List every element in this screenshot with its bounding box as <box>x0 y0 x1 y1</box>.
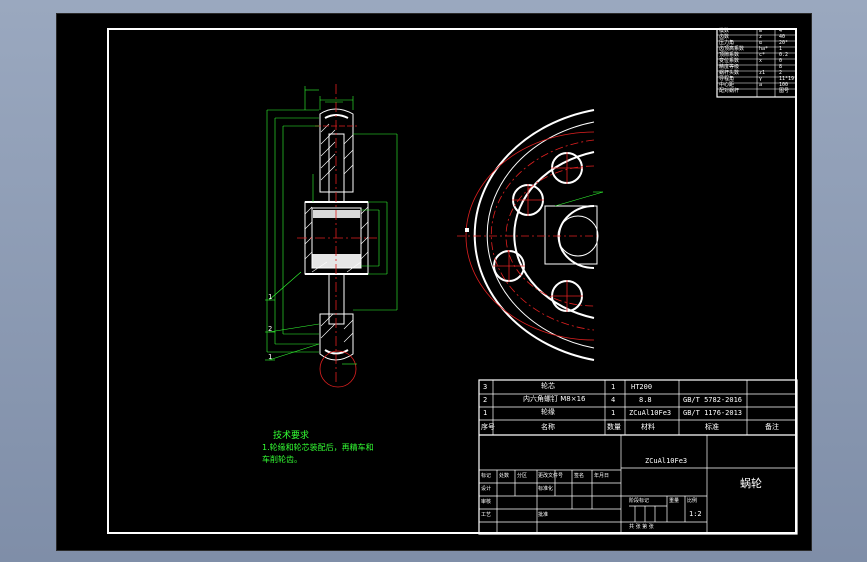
part-label: 2 <box>268 325 273 333</box>
bom-qty: 1 <box>611 383 616 391</box>
notes-line: 1.轮缘和轮芯装配后，再精车和 <box>262 443 374 452</box>
tb-label: 签名 <box>574 473 585 479</box>
bom-standard: GB/T 1176-2013 <box>683 409 743 417</box>
tb-label: 处数 <box>499 473 510 479</box>
part-label: 1 <box>268 293 273 301</box>
bom-no: 1 <box>483 409 488 417</box>
tb-label: 比例 <box>687 498 698 504</box>
param-value: 图号 <box>779 88 790 94</box>
bom-header: 数量 <box>607 423 621 431</box>
bom-name: 内六角螺钉 M8×16 <box>523 395 586 403</box>
bom-header: 材料 <box>641 423 655 431</box>
tb-label: 工艺 <box>481 512 492 518</box>
bom-header: 标准 <box>705 423 719 431</box>
tb-part-name: 蜗轮 <box>740 477 762 490</box>
tb-label: 分区 <box>517 473 528 479</box>
param-symbol: a <box>759 82 763 88</box>
bom-name: 轮缘 <box>541 408 555 416</box>
param-symbol: x <box>759 58 763 64</box>
bom-qty: 1 <box>611 409 616 417</box>
bom-qty: 4 <box>611 396 616 404</box>
bom-material: ZCuAl10Fe3 <box>629 409 672 417</box>
front-view <box>457 109 604 361</box>
bom-no: 3 <box>483 383 488 391</box>
tb-material: ZCuAl10Fe3 <box>645 457 688 465</box>
bom-header: 备注 <box>765 423 779 431</box>
bom-name: 轮芯 <box>541 382 555 390</box>
notes-title: 技术要求 <box>273 431 310 441</box>
section-view <box>304 108 369 361</box>
tb-label: 年月日 <box>594 473 610 479</box>
tb-label: 重量 <box>669 498 680 504</box>
bom-header: 名称 <box>541 423 555 431</box>
tb-label: 标记 <box>481 473 492 479</box>
bom-material: 8.8 <box>639 396 652 404</box>
bom-header: 序号 <box>481 423 495 431</box>
notes-line: 车削轮齿。 <box>262 455 302 464</box>
title-block-lines <box>478 379 798 535</box>
part-label: 1 <box>268 353 273 361</box>
bom-standard: GB/T 5782-2016 <box>683 396 743 404</box>
tb-label: 设计 <box>481 486 492 492</box>
cad-drawing <box>265 28 798 535</box>
tb-label: 审核 <box>481 499 492 505</box>
tb-label: 标准化 <box>538 486 554 492</box>
bom-material: HT200 <box>631 383 653 391</box>
tb-label: 共 张 第 张 <box>629 524 654 530</box>
tb-label: 阶段标记 <box>629 498 650 504</box>
tb-label: 更改文件号 <box>538 473 564 479</box>
drawing-viewport[interactable]: 模数 m 4 齿数 z 40 压力角 α 20° 齿顶高系数 ha* 1 顶隙系… <box>56 13 812 551</box>
tb-scale: 1:2 <box>689 510 702 518</box>
tb-label: 批准 <box>538 512 549 518</box>
param-name: 配对蜗杆 <box>719 88 740 94</box>
bom-no: 2 <box>483 396 488 404</box>
